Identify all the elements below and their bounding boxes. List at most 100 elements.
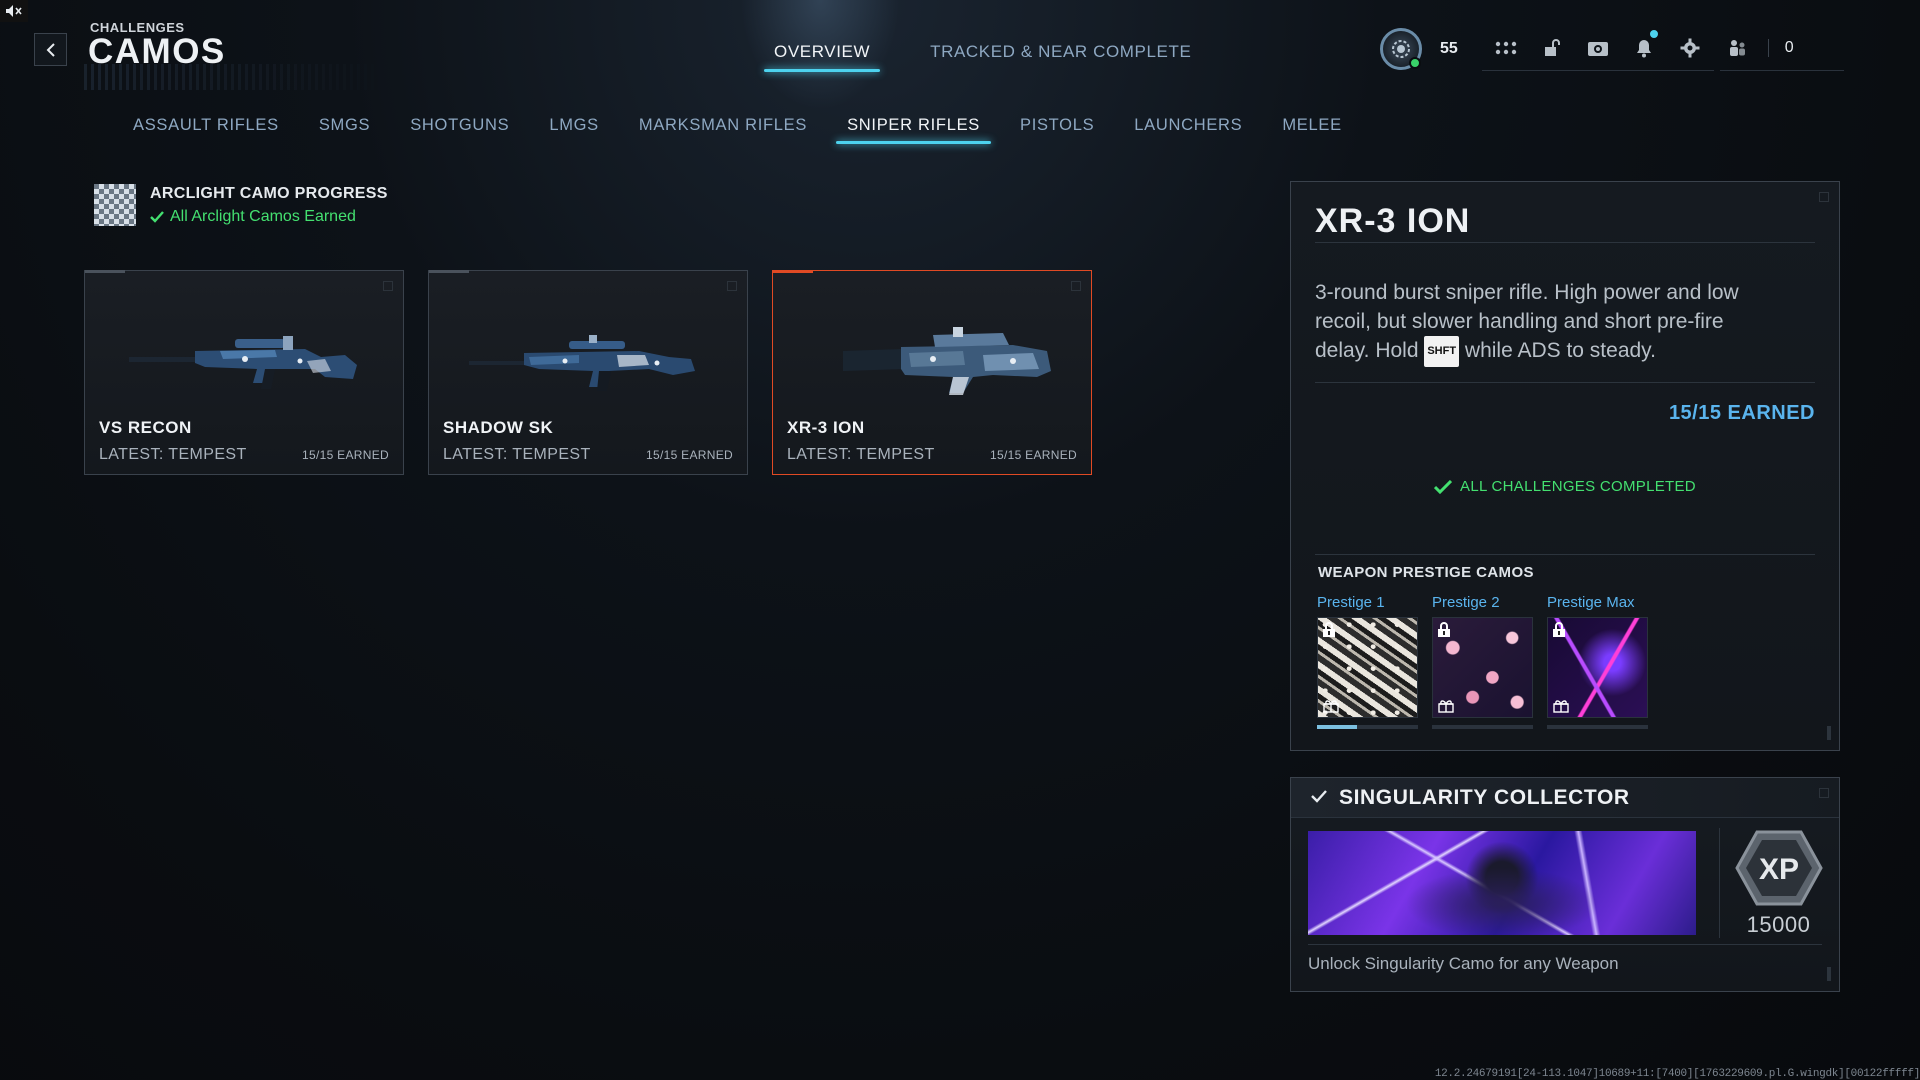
singularity-camo-image bbox=[1308, 831, 1696, 935]
prestige-label: Prestige Max bbox=[1547, 594, 1635, 611]
tab-overview[interactable]: OVERVIEW bbox=[764, 40, 881, 72]
xp-badge-icon: XP bbox=[1734, 830, 1823, 906]
title-decoration bbox=[84, 64, 394, 90]
tab-melee[interactable]: MELEE bbox=[1271, 114, 1352, 144]
prestige-progress-fill bbox=[1317, 725, 1358, 729]
arclight-title: ARCLIGHT CAMO PROGRESS bbox=[150, 184, 388, 202]
shift-key-icon: SHFT bbox=[1424, 336, 1460, 367]
weapon-card-shadow-sk[interactable]: SHADOW SK LATEST: TEMPEST 15/15 EARNED bbox=[428, 270, 748, 475]
tab-sniper-rifles[interactable]: SNIPER RIFLES bbox=[836, 114, 991, 144]
prestige-camo-max[interactable]: Prestige Max bbox=[1547, 594, 1648, 729]
tab-lmgs[interactable]: LMGS bbox=[538, 114, 610, 144]
weapon-name: XR-3 ION bbox=[787, 418, 865, 437]
prestige-label: Prestige 1 bbox=[1317, 594, 1385, 611]
divider bbox=[1719, 828, 1720, 938]
panel-corner-mark bbox=[1819, 192, 1829, 202]
checkmark-icon bbox=[150, 210, 164, 223]
apps-grid-icon[interactable] bbox=[1494, 36, 1518, 60]
reward-title: SINGULARITY COLLECTOR bbox=[1339, 786, 1630, 809]
weapon-description: 3-round burst sniper rifle. High power a… bbox=[1315, 278, 1755, 367]
arclight-camo-thumbnail bbox=[94, 184, 136, 226]
divider bbox=[1315, 242, 1815, 243]
divider bbox=[1315, 382, 1815, 383]
panel-scroll-indicator[interactable] bbox=[1827, 967, 1831, 981]
weapon-earned-count: 15/15 EARNED bbox=[990, 448, 1077, 462]
weapon-description-text-end: while ADS to steady. bbox=[1459, 339, 1656, 362]
prestige-camo-row: Prestige 1 Prestige 2 Prestige Max bbox=[1317, 594, 1648, 729]
weapon-latest-camo: LATEST: TEMPEST bbox=[99, 446, 247, 463]
challenges-complete-text: ALL CHALLENGES COMPLETED bbox=[1460, 478, 1696, 495]
reward-gift-icon bbox=[1553, 700, 1569, 713]
friends-group: 0 bbox=[1719, 36, 1844, 71]
prestige-camo-2[interactable]: Prestige 2 bbox=[1432, 594, 1533, 729]
tab-launchers[interactable]: LAUNCHERS bbox=[1123, 114, 1253, 144]
card-accent-bar bbox=[773, 270, 813, 273]
weapon-card-vs-recon[interactable]: VS RECON LATEST: TEMPEST 15/15 EARNED bbox=[84, 270, 404, 475]
reward-gift-icon bbox=[1323, 700, 1339, 713]
player-level-badge[interactable] bbox=[1380, 27, 1422, 70]
notifications-bell-icon[interactable] bbox=[1632, 30, 1658, 60]
prestige-emblem-icon bbox=[1392, 39, 1410, 58]
hud-icon-group bbox=[1481, 30, 1714, 71]
card-accent-bar bbox=[85, 270, 125, 273]
reward-gift-icon bbox=[1438, 700, 1454, 713]
lock-icon bbox=[1553, 622, 1565, 637]
top-tabs: OVERVIEW TRACKED & NEAR COMPLETE bbox=[764, 40, 1201, 72]
sniper-rifle-image bbox=[469, 335, 695, 391]
tab-assault-rifles[interactable]: ASSAULT RIFLES bbox=[122, 114, 290, 144]
camera-icon[interactable] bbox=[1586, 36, 1610, 60]
arclight-status: All Arclight Camos Earned bbox=[150, 208, 388, 226]
prestige-progress-bar bbox=[1547, 725, 1648, 729]
panel-corner-mark bbox=[1819, 788, 1829, 798]
sniper-rifle-image bbox=[843, 327, 1051, 395]
reward-description: Unlock Singularity Camo for any Weapon bbox=[1308, 954, 1619, 973]
prestige-camo-1[interactable]: Prestige 1 bbox=[1317, 594, 1418, 729]
panel-scroll-indicator[interactable] bbox=[1827, 726, 1831, 740]
detail-earned-count: 15/15 EARNED bbox=[1668, 402, 1815, 424]
unlock-icon[interactable] bbox=[1540, 36, 1564, 60]
divider bbox=[1315, 554, 1815, 555]
weapon-earned-count: 15/15 EARNED bbox=[302, 448, 389, 462]
arclight-status-text: All Arclight Camos Earned bbox=[170, 207, 356, 225]
detail-weapon-title: XR-3 ION bbox=[1315, 202, 1471, 240]
hud-bar: 55 0 bbox=[1380, 26, 1844, 71]
lock-icon bbox=[1323, 622, 1335, 637]
prestige-camo-thumbnail bbox=[1432, 617, 1533, 718]
xp-amount: 15000 bbox=[1746, 912, 1811, 937]
tab-shotguns[interactable]: SHOTGUNS bbox=[399, 114, 520, 144]
lock-icon bbox=[1438, 622, 1450, 637]
player-level: 55 bbox=[1440, 39, 1458, 57]
reward-header: SINGULARITY COLLECTOR bbox=[1291, 778, 1839, 818]
build-version-info: 12.2.24679191[24-113.1047]10689+11:[7400… bbox=[1434, 1068, 1920, 1080]
checkmark-icon bbox=[1434, 479, 1453, 494]
xp-reward: XP 15000 bbox=[1731, 828, 1826, 938]
reward-panel: SINGULARITY COLLECTOR XP 15000 Unlock Si… bbox=[1290, 777, 1840, 992]
mute-icon[interactable] bbox=[0, 0, 28, 22]
challenges-complete-status: ALL CHALLENGES COMPLETED bbox=[1291, 478, 1839, 495]
card-corner-mark bbox=[1071, 281, 1081, 291]
card-corner-mark bbox=[727, 281, 737, 291]
prestige-progress-bar bbox=[1317, 725, 1418, 729]
weapon-earned-count: 15/15 EARNED bbox=[646, 448, 733, 462]
tab-pistols[interactable]: PISTOLS bbox=[1009, 114, 1105, 144]
card-accent-bar bbox=[429, 270, 469, 273]
back-button[interactable] bbox=[34, 33, 67, 66]
weapon-name: SHADOW SK bbox=[443, 418, 554, 437]
sniper-rifle-image bbox=[129, 336, 357, 389]
prestige-section-title: WEAPON PRESTIGE CAMOS bbox=[1318, 564, 1534, 581]
tab-tracked-near-complete[interactable]: TRACKED & NEAR COMPLETE bbox=[920, 40, 1201, 72]
weapon-latest-camo: LATEST: TEMPEST bbox=[443, 446, 591, 463]
friends-icon[interactable] bbox=[1726, 36, 1750, 60]
tab-smgs[interactable]: SMGS bbox=[308, 114, 381, 144]
card-corner-mark bbox=[383, 281, 393, 291]
arclight-progress[interactable]: ARCLIGHT CAMO PROGRESS All Arclight Camo… bbox=[94, 184, 388, 226]
divider bbox=[1308, 944, 1822, 945]
friends-online-count: 0 bbox=[1767, 39, 1794, 57]
tab-marksman-rifles[interactable]: MARKSMAN RIFLES bbox=[628, 114, 818, 144]
prestige-label: Prestige 2 bbox=[1432, 594, 1500, 611]
settings-gear-icon[interactable] bbox=[1678, 36, 1702, 60]
weapon-detail-panel: XR-3 ION 3-round burst sniper rifle. Hig… bbox=[1290, 181, 1840, 751]
weapon-card-xr-3-ion[interactable]: XR-3 ION LATEST: TEMPEST 15/15 EARNED bbox=[772, 270, 1092, 475]
notification-dot bbox=[1649, 30, 1658, 38]
prestige-camo-thumbnail bbox=[1317, 617, 1418, 718]
